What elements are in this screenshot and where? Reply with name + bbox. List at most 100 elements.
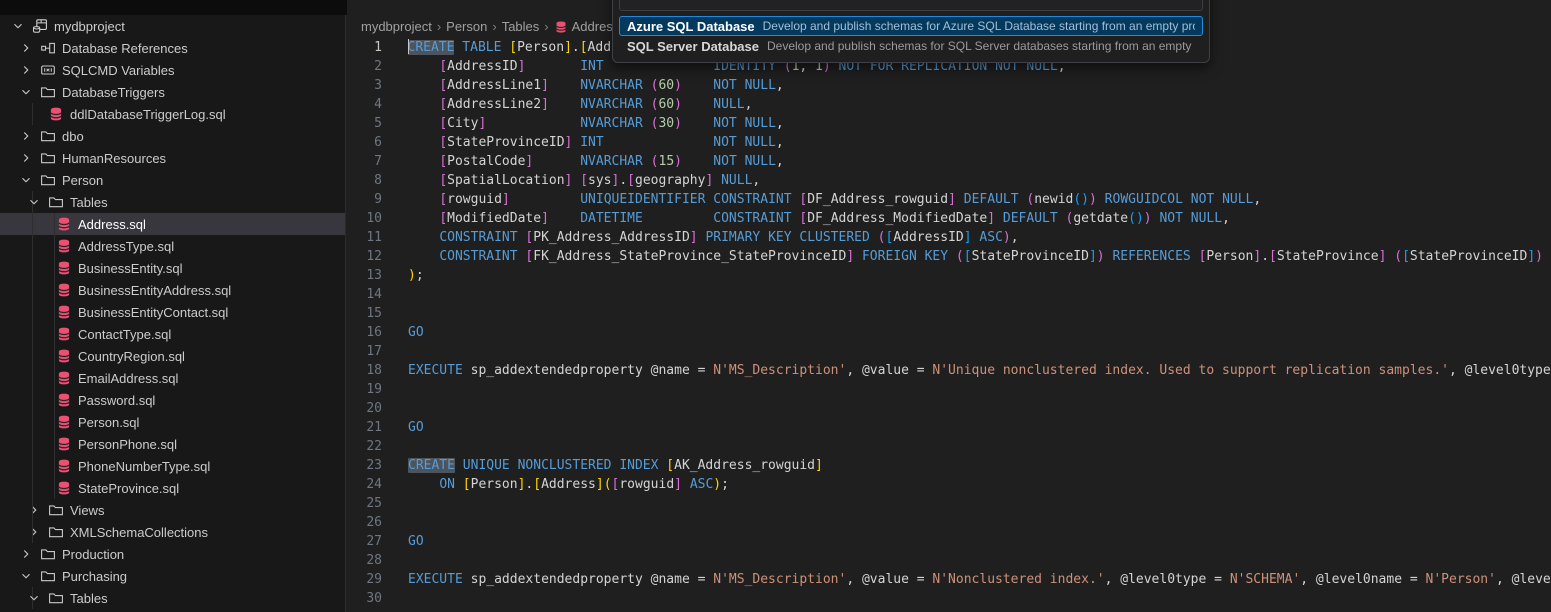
code-line: 29EXECUTE sp_addextendedproperty @name =… (347, 570, 1551, 589)
database-icon (56, 392, 72, 408)
tree-item-personphone-sql[interactable]: PersonPhone.sql (0, 433, 345, 455)
code-line-text: CREATE UNIQUE NONCLUSTERED INDEX [AK_Add… (408, 456, 823, 475)
tree-item-countryregion-sql[interactable]: CountryRegion.sql (0, 345, 345, 367)
tree-item-tables[interactable]: Tables (0, 191, 345, 213)
line-number: 6 (347, 133, 382, 152)
tree-item-addresstype-sql[interactable]: AddressType.sql (0, 235, 345, 257)
indent-guide (32, 367, 33, 389)
chevron-down-icon[interactable] (10, 18, 26, 34)
indent-guide (32, 499, 33, 521)
tree-item-tables[interactable]: Tables (0, 587, 345, 609)
tree-item-contacttype-sql[interactable]: ContactType.sql (0, 323, 345, 345)
chevron-right-icon[interactable] (26, 524, 42, 540)
tree-item-label: Production (62, 547, 124, 562)
code-line: 7 [PostalCode] NVARCHAR (15) NOT NULL, (347, 152, 1551, 171)
chevron-down-icon[interactable] (18, 568, 34, 584)
tree-item-label: DatabaseTriggers (62, 85, 165, 100)
chevron-right-icon[interactable] (18, 40, 34, 56)
chevron-right-icon[interactable] (26, 502, 42, 518)
tree-item-businessentity-sql[interactable]: BusinessEntity.sql (0, 257, 345, 279)
code-line: 4 [AddressLine2] NVARCHAR (60) NULL, (347, 95, 1551, 114)
code-line-text: [rowguid] UNIQUEIDENTIFIER CONSTRAINT [D… (408, 190, 1261, 209)
indent-guide (32, 455, 33, 477)
tree-item-humanresources[interactable]: HumanResources (0, 147, 345, 169)
quickpick-input[interactable] (619, 0, 1203, 11)
tree-item-xmlschemacollections[interactable]: XMLSchemaCollections (0, 521, 345, 543)
database-icon (56, 414, 72, 430)
indent-guide (32, 345, 33, 367)
tree-item-person[interactable]: Person (0, 169, 345, 191)
tree-item-password-sql[interactable]: Password.sql (0, 389, 345, 411)
chevron-placeholder (34, 326, 50, 342)
chevron-right-icon[interactable] (18, 128, 34, 144)
chevron-down-icon[interactable] (26, 590, 42, 606)
code-line: 3 [AddressLine1] NVARCHAR (60) NOT NULL, (347, 76, 1551, 95)
tree-item-mydbproject[interactable]: mydbproject (0, 15, 345, 37)
tree-item-label: PhoneNumberType.sql (78, 459, 210, 474)
code-line-text: CONSTRAINT [FK_Address_StateProvince_Sta… (408, 247, 1543, 266)
indent-guide (54, 301, 55, 323)
references-icon (40, 40, 56, 56)
code-line: 28 (347, 551, 1551, 570)
code-line: 6 [StateProvinceID] INT NOT NULL, (347, 133, 1551, 152)
indent-guide (54, 367, 55, 389)
indent-guide (32, 279, 33, 301)
chevron-right-icon[interactable] (18, 150, 34, 166)
chevron-placeholder (34, 370, 50, 386)
quickpick-item-sql-server-database[interactable]: SQL Server DatabaseDevelop and publish s… (619, 36, 1203, 56)
breadcrumb-item[interactable]: mydbproject (361, 19, 432, 34)
breadcrumb-item[interactable]: Tables (502, 19, 540, 34)
project-tree: mydbprojectDatabase ReferencesSQLCMD Var… (0, 15, 345, 609)
chevron-placeholder (34, 458, 50, 474)
tree-item-stateprovince-sql[interactable]: StateProvince.sql (0, 477, 345, 499)
database-icon (56, 436, 72, 452)
chevron-right-icon[interactable] (18, 546, 34, 562)
explorer-sidebar[interactable]: mydbprojectDatabase ReferencesSQLCMD Var… (0, 15, 346, 612)
code-area[interactable]: 1CREATE TABLE [Person].[Address] (2 [Add… (347, 38, 1551, 608)
quickpick-item-azure-sql-database[interactable]: Azure SQL DatabaseDevelop and publish sc… (619, 16, 1203, 36)
tree-item-views[interactable]: Views (0, 499, 345, 521)
text-cursor (408, 39, 409, 54)
tree-item-phonenumbertype-sql[interactable]: PhoneNumberType.sql (0, 455, 345, 477)
tree-item-dbo[interactable]: dbo (0, 125, 345, 147)
tree-item-label: Address.sql (78, 217, 146, 232)
line-number: 15 (347, 304, 382, 323)
breadcrumb-separator: › (437, 19, 441, 34)
tree-item-label: XMLSchemaCollections (70, 525, 208, 540)
chevron-placeholder (26, 106, 42, 122)
tree-item-businessentitycontact-sql[interactable]: BusinessEntityContact.sql (0, 301, 345, 323)
tree-item-label: dbo (62, 129, 84, 144)
tree-item-sqlcmd-variables[interactable]: SQLCMD Variables (0, 59, 345, 81)
tree-item-purchasing[interactable]: Purchasing (0, 565, 345, 587)
tree-item-databasetriggers[interactable]: DatabaseTriggers (0, 81, 345, 103)
line-number: 21 (347, 418, 382, 437)
tree-item-address-sql[interactable]: Address.sql (0, 213, 345, 235)
indent-guide (54, 455, 55, 477)
chevron-down-icon[interactable] (18, 172, 34, 188)
code-line: 30 (347, 589, 1551, 608)
tree-item-production[interactable]: Production (0, 543, 345, 565)
tree-item-person-sql[interactable]: Person.sql (0, 411, 345, 433)
tree-item-ddldatabasetriggerlog-sql[interactable]: ddlDatabaseTriggerLog.sql (0, 103, 345, 125)
chevron-placeholder (34, 480, 50, 496)
chevron-down-icon[interactable] (18, 84, 34, 100)
editor-area[interactable]: mydbproject›Person›Tables›Address.sql 1C… (347, 0, 1551, 612)
tree-item-businessentityaddress-sql[interactable]: BusinessEntityAddress.sql (0, 279, 345, 301)
breadcrumb-item[interactable]: Person (446, 19, 487, 34)
line-number: 3 (347, 76, 382, 95)
indent-guide (32, 433, 33, 455)
code-line: 19 (347, 380, 1551, 399)
tree-item-emailaddress-sql[interactable]: EmailAddress.sql (0, 367, 345, 389)
tree-item-label: Person (62, 173, 103, 188)
line-number: 26 (347, 513, 382, 532)
code-line: 16GO (347, 323, 1551, 342)
code-line: 14 (347, 285, 1551, 304)
chevron-down-icon[interactable] (26, 194, 42, 210)
tree-item-label: Tables (70, 591, 108, 606)
chevron-right-icon[interactable] (18, 62, 34, 78)
tree-item-label: Views (70, 503, 104, 518)
tree-item-database-references[interactable]: Database References (0, 37, 345, 59)
indent-guide (32, 213, 33, 235)
code-line: 20 (347, 399, 1551, 418)
indent-guide (54, 345, 55, 367)
